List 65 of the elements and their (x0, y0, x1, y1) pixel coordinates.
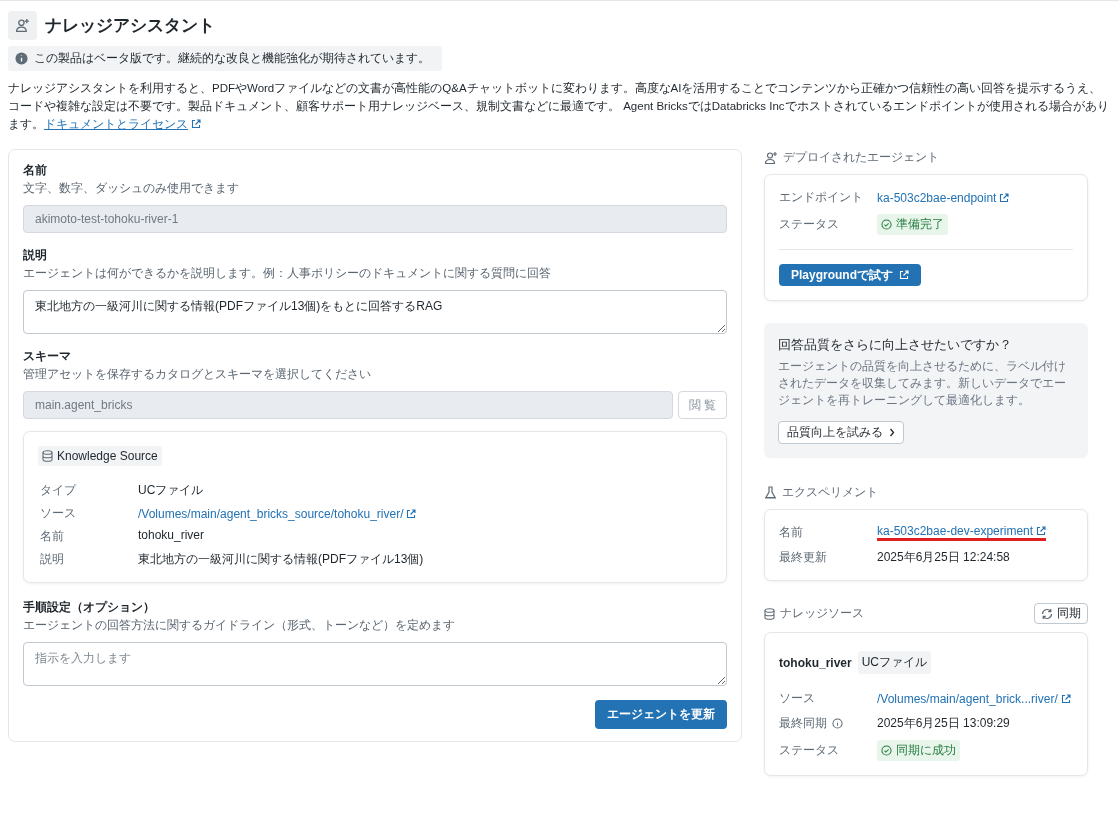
row-label: タイプ (40, 482, 78, 499)
check-circle-icon (881, 219, 892, 230)
refresh-icon (1041, 607, 1053, 620)
field-label: 説明 (23, 247, 48, 264)
external-link-icon (1060, 693, 1071, 704)
row-label: 名前 (779, 524, 804, 541)
source-name: tohoku_river (779, 655, 852, 670)
chevron-right-icon (889, 428, 895, 437)
playground-button[interactable]: Playgroundで試す (779, 264, 921, 286)
database-icon (42, 450, 53, 462)
tag-text: Knowledge Source (57, 449, 158, 463)
row-label: ソース (40, 505, 77, 522)
source-type-tag: UCファイル (857, 651, 932, 674)
row-label: 最終更新 (779, 549, 828, 566)
row-label: 名前 (40, 528, 65, 545)
link[interactable]: /Volumes/main/agent_brick...river/ (877, 691, 1071, 706)
info-icon (832, 718, 843, 729)
external-link-icon (191, 119, 201, 129)
user-add-icon (764, 150, 778, 165)
link[interactable]: ka-503c2bae-endpoint (877, 190, 1010, 205)
quality-text: エージェントの品質を向上させるために、ラベル付けされたデータを収集してみます。新しいデータでエージェントを再トレーニングして最適化します。 (778, 359, 1067, 408)
field-hint: エージェントは何ができるかを説明します。例：人事ポリシーのドキュメントに関する質問に回答 (23, 265, 552, 282)
row-label: ステータス (779, 216, 840, 233)
input-field[interactable]: 指示を入力します (23, 642, 727, 686)
quality-title: 回答品質をさらに向上させたいですか？ (778, 337, 1013, 354)
field-label: スキーマ (23, 348, 72, 365)
external-link-icon (1036, 526, 1047, 536)
field-hint: エージェントの回答方法に関するガイドライン（形式、トーンなど）を定めます (23, 617, 456, 634)
intro-paragraph: ナレッジアシスタントを利用すると、PDFやWordファイルなどの文書が高性能のQ&Aチャットボットに変わります。高度なAIを活用することでコンテンツから正確かつ信頼性の高い回答を提示するうえ、コードや複雑な設定は不要です。製品ドキュメント、顧客サポート用ナレッジベース、規制文書などに最適です。 Agent BricksではDatabricks Incでホストされているエンドポイントが使用される場合があります。ドキュメントとライセンス (8, 79, 1111, 133)
database-icon (764, 607, 775, 620)
row-value: 東北地方の一級河川に関する情報(PDFファイル13個) (138, 551, 425, 568)
info-icon (15, 52, 28, 65)
status-badge: 同期に成功 (877, 740, 960, 761)
external-link-icon (899, 270, 909, 280)
external-link-icon (999, 192, 1010, 203)
field-label: 手順設定（オプション） (23, 599, 156, 616)
row-label: 最終同期 (779, 715, 827, 732)
status-badge: 準備完了 (877, 214, 948, 235)
field-hint: 文字、数字、ダッシュのみ使用できます (23, 180, 240, 197)
row-label: ステータス (779, 742, 840, 759)
check-circle-icon (881, 745, 892, 756)
row-value: UCファイル (138, 482, 205, 499)
row-label: エンドポイント (779, 189, 864, 206)
improve-quality-button[interactable]: 品質向上を試みる (778, 421, 904, 444)
update-agent-button[interactable]: エージェントを更新 (595, 700, 727, 729)
user-add-icon (15, 18, 30, 33)
link[interactable]: /Volumes/main/agent_bricks_source/tohoku_river/ (138, 505, 417, 522)
section-title: デプロイされたエージェント (783, 149, 939, 166)
row-value: 2025年6月25日 13:09:29 (877, 715, 1011, 732)
row-label: 説明 (40, 551, 65, 568)
sync-button[interactable]: 同期 (1034, 603, 1088, 624)
section-title: エクスペリメント (782, 484, 878, 501)
page-title: ナレッジアシスタント (45, 15, 215, 37)
row-label: ソース (779, 690, 816, 707)
input-field[interactable]: 東北地方の一級河川に関する情報(PDFファイル13個)をもとに回答するRAG (23, 290, 727, 334)
row-value: 2025年6月25日 12:24:58 (877, 549, 1011, 566)
field-label: 名前 (23, 162, 48, 179)
row-value: tohoku_river (138, 528, 206, 544)
field-hint: 管理アセットを保存するカタログとスキーマを選択してください (23, 366, 372, 383)
docs-link[interactable]: ドキュメントとライセンス (44, 115, 201, 133)
external-link-icon (406, 508, 417, 519)
link[interactable]: ka-503c2bae-dev-experiment (877, 524, 1047, 541)
section-title: ナレッジソース (780, 605, 864, 622)
notice-text: この製品はベータ版です。継続的な改良と機能強化が期待されています。 (34, 50, 430, 67)
flask-icon (764, 486, 777, 499)
